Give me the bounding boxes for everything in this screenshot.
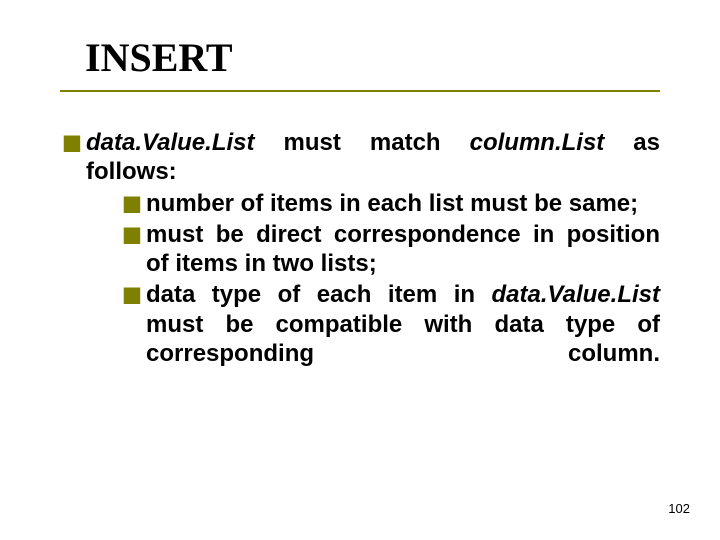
square-bullet-icon: ◼: [122, 189, 146, 218]
square-bullet-icon: ◼: [122, 280, 146, 368]
sublist: ◼ number of items in each list must be s…: [122, 189, 660, 369]
list-item-text: data.Value.List must match column.List a…: [86, 128, 660, 370]
square-bullet-icon: ◼: [62, 128, 86, 370]
slide-title: INSERT: [85, 34, 233, 81]
square-bullet-icon: ◼: [122, 220, 146, 279]
slide: INSERT ◼ data.Value.List must match colu…: [0, 0, 720, 540]
title-underline: [60, 90, 660, 92]
list-item: ◼ data.Value.List must match column.List…: [62, 128, 660, 370]
list-item-text: must be direct correspondence in positio…: [146, 220, 660, 279]
list-item-text: number of items in each list must be sam…: [146, 189, 660, 218]
list-item: ◼ must be direct correspondence in posit…: [122, 220, 660, 279]
list-item-text: data type of each item in data.Value.Lis…: [146, 280, 660, 368]
list-item: ◼ number of items in each list must be s…: [122, 189, 660, 218]
page-number: 102: [668, 501, 690, 516]
slide-body: ◼ data.Value.List must match column.List…: [62, 128, 660, 374]
list-item: ◼ data type of each item in data.Value.L…: [122, 280, 660, 368]
